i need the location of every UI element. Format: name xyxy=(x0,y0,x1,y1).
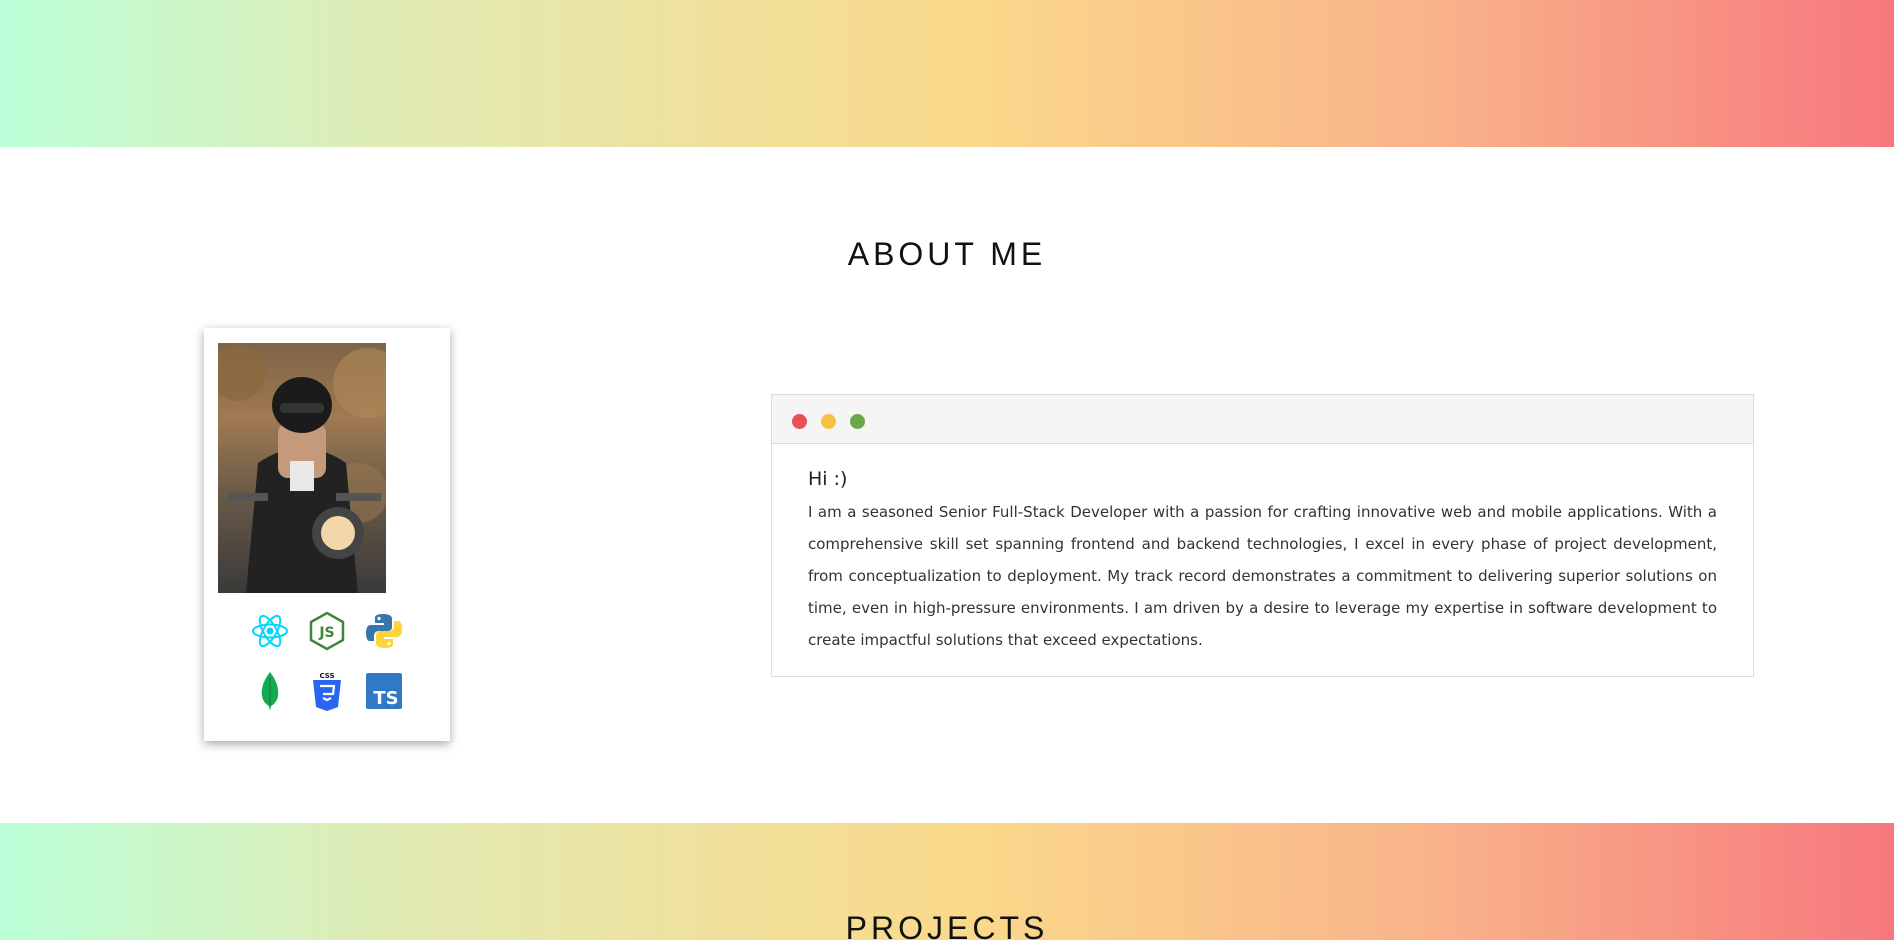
svg-text:JS: JS xyxy=(318,625,334,641)
maximize-dot-icon[interactable] xyxy=(850,414,865,429)
minimize-dot-icon[interactable] xyxy=(821,414,836,429)
nodejs-icon: JS xyxy=(307,611,347,651)
close-dot-icon[interactable] xyxy=(792,414,807,429)
profile-card: JS CSS TS xyxy=(204,328,450,741)
typescript-icon: TS xyxy=(364,671,404,711)
bio-text: I am a seasoned Senior Full-Stack Develo… xyxy=(808,503,1717,649)
about-terminal-window: Hi :) I am a seasoned Senior Full-Stack … xyxy=(771,394,1754,677)
projects-section: PROJECTS xyxy=(0,823,1894,940)
svg-text:TS: TS xyxy=(373,688,398,709)
react-icon xyxy=(250,611,290,651)
projects-title: PROJECTS xyxy=(845,910,1049,940)
profile-photo xyxy=(218,343,386,593)
mongodb-icon xyxy=(250,671,290,711)
terminal-body: Hi :) I am a seasoned Senior Full-Stack … xyxy=(772,444,1753,656)
greeting: Hi :) xyxy=(808,468,848,490)
svg-text:CSS: CSS xyxy=(319,672,334,680)
css3-icon: CSS xyxy=(307,671,347,711)
terminal-title-bar xyxy=(772,395,1753,444)
top-banner xyxy=(0,0,1894,147)
about-me-title: ABOUT ME xyxy=(847,236,1047,272)
python-icon xyxy=(364,611,404,651)
